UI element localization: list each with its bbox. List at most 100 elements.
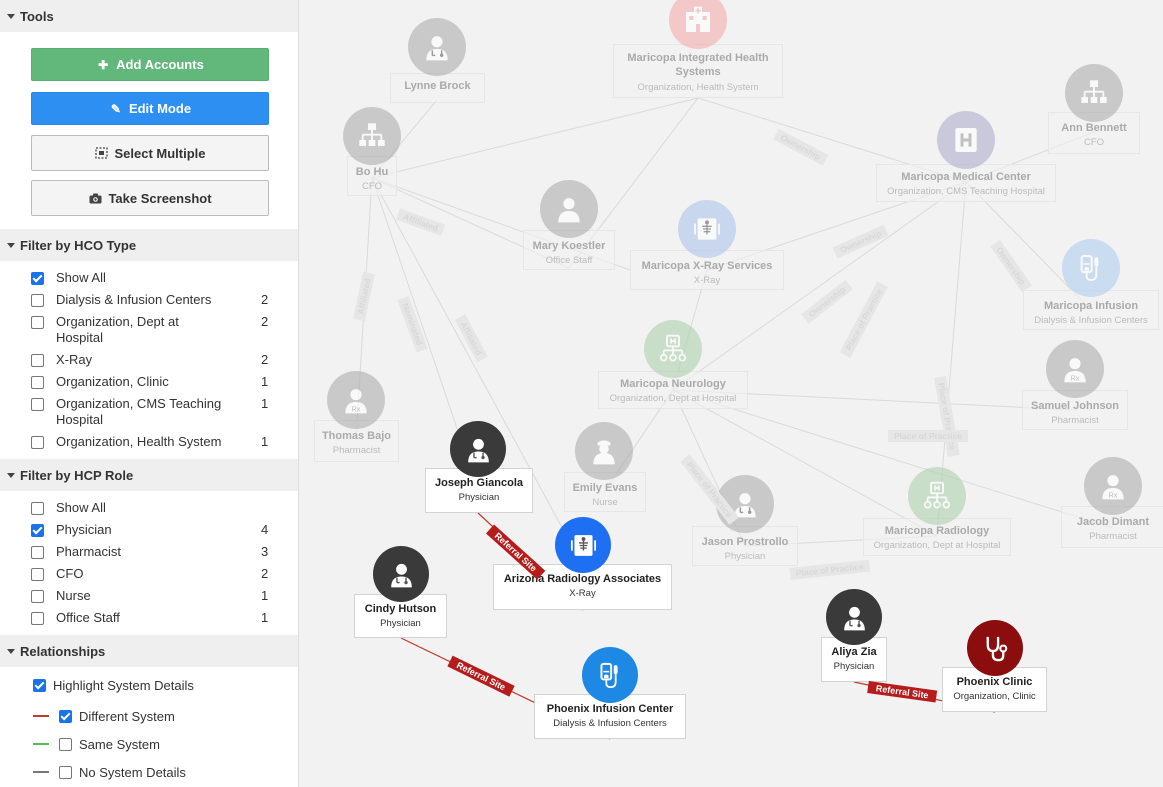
highlight-system-details-option[interactable]: Highlight System Details: [0, 670, 298, 700]
hco-type-checkbox[interactable]: [31, 354, 44, 367]
infusion-icon[interactable]: [1062, 239, 1120, 297]
node-name: Maricopa Medical Center: [901, 171, 1031, 183]
relationship-type-option[interactable]: Different System: [0, 702, 298, 730]
relationship-edge[interactable]: [672, 389, 938, 537]
hcp-role-option[interactable]: Show All: [0, 497, 298, 519]
hcp-role-checkbox[interactable]: [31, 502, 44, 515]
take-screenshot-button[interactable]: Take Screenshot: [31, 180, 269, 216]
hco-type-label: Organization, Clinic: [56, 374, 169, 389]
pharmacist-icon[interactable]: Rx: [1084, 457, 1142, 515]
xray-icon[interactable]: [678, 200, 736, 258]
physician-icon[interactable]: [408, 18, 466, 76]
hco-filter-header[interactable]: Filter by HCO Type: [0, 229, 298, 261]
node-name: Jason Prostrollo: [701, 536, 789, 548]
hco-type-option[interactable]: Organization, Clinic 1: [0, 371, 298, 393]
node-label-box[interactable]: Lynne Brock: [390, 73, 485, 103]
hcp-role-checkbox[interactable]: [31, 546, 44, 559]
node-name: Lynne Brock: [404, 80, 471, 92]
physician-icon[interactable]: [373, 546, 429, 602]
network-graph-canvas[interactable]: Maricopa Integrated Health Systems Organi…: [300, 0, 1163, 787]
infusion-icon[interactable]: [582, 647, 638, 703]
hco-type-option[interactable]: Organization, CMS Teaching Hospital 1: [0, 393, 298, 431]
hco-type-label: Organization, CMS Teaching Hospital: [56, 396, 222, 427]
hcp-role-option[interactable]: Pharmacist 3: [0, 541, 298, 563]
hcp-role-label: CFO: [56, 566, 84, 581]
hcp-role-checkbox[interactable]: [31, 568, 44, 581]
node-label-box[interactable]: Maricopa Medical Center Organization, CMS…: [876, 164, 1056, 202]
node-subtitle: Organization, Dept at Hospital: [873, 540, 1001, 551]
nurse-icon[interactable]: [575, 422, 633, 480]
dept-hospital-icon[interactable]: [908, 467, 966, 525]
pharmacist-icon[interactable]: Rx: [327, 371, 385, 429]
relationship-edge[interactable]: [371, 97, 699, 179]
stethoscope-icon[interactable]: [967, 620, 1023, 676]
tools-section-header[interactable]: Tools: [0, 0, 298, 32]
relationships-header-label: Relationships: [20, 643, 106, 659]
node-name: Arizona Radiology Associates: [503, 573, 662, 585]
caret-down-icon: [7, 472, 15, 478]
pharmacist-icon[interactable]: Rx: [1046, 340, 1104, 398]
select-area-icon: [94, 147, 108, 159]
hcp-filter-header[interactable]: Filter by HCP Role: [0, 459, 298, 491]
edit-mode-button[interactable]: ✎ Edit Mode: [31, 92, 269, 125]
physician-icon[interactable]: [826, 589, 882, 645]
person-icon[interactable]: [540, 180, 598, 238]
node-name: Aliya Zia: [831, 646, 877, 658]
relationship-type-checkbox[interactable]: [59, 765, 72, 779]
org-chart-icon[interactable]: [343, 107, 401, 165]
node-subtitle: Physician: [833, 661, 875, 672]
hcp-role-checkbox[interactable]: [31, 524, 44, 537]
dept-hospital-icon[interactable]: [644, 320, 702, 378]
hco-type-checkbox[interactable]: [31, 272, 44, 285]
hco-type-option[interactable]: Organization, Health System 1: [0, 431, 298, 453]
hco-type-option[interactable]: X-Ray 2: [0, 349, 298, 371]
hco-type-option[interactable]: Show All: [0, 267, 298, 289]
node-name: Cindy Hutson: [364, 603, 437, 615]
node-name: Maricopa Radiology: [884, 525, 990, 537]
relationship-type-checkbox[interactable]: [59, 709, 72, 723]
hco-type-option[interactable]: Organization, Dept at Hospital 2: [0, 311, 298, 349]
node-name: Ann Bennett: [1061, 122, 1127, 134]
line-color-swatch: [33, 743, 49, 745]
highlight-system-details-checkbox[interactable]: [33, 678, 46, 692]
hco-filter-header-label: Filter by HCO Type: [20, 237, 137, 253]
xray-icon[interactable]: [555, 517, 611, 573]
hcp-role-checkbox[interactable]: [31, 612, 44, 625]
add-accounts-button[interactable]: ✚ Add Accounts: [31, 48, 269, 81]
relationships-header[interactable]: Relationships: [0, 635, 298, 667]
hcp-role-option[interactable]: Office Staff 1: [0, 607, 298, 629]
sidebar: Tools ✚ Add Accounts ✎ Edit Mode Select …: [0, 0, 299, 787]
caret-down-icon: [7, 648, 15, 654]
camera-icon: [88, 193, 102, 204]
hco-type-count: 2: [261, 352, 269, 367]
hcp-role-option[interactable]: Nurse 1: [0, 585, 298, 607]
org-chart-icon[interactable]: [1065, 64, 1123, 122]
node-name: Samuel Johnson: [1030, 400, 1120, 412]
node-name: Mary Koestler: [532, 240, 606, 252]
caret-down-icon: [7, 242, 15, 248]
relationship-type-option[interactable]: Same System: [0, 730, 298, 758]
hcp-role-count: 1: [261, 610, 269, 625]
hco-type-checkbox[interactable]: [31, 376, 44, 389]
hco-type-checkbox[interactable]: [31, 436, 44, 449]
relationship-type-label: Different System: [79, 708, 175, 724]
hco-type-checkbox[interactable]: [31, 398, 44, 411]
relationship-type-checkbox[interactable]: [59, 737, 72, 751]
node-subtitle: CFO: [1083, 137, 1105, 148]
physician-icon[interactable]: [450, 421, 506, 477]
select-multiple-button[interactable]: Select Multiple: [31, 135, 269, 171]
node-name: Joseph Giancola: [434, 477, 524, 489]
hco-type-checkbox[interactable]: [31, 294, 44, 307]
node-name: Emily Evans: [572, 482, 638, 494]
hcp-role-option[interactable]: CFO 2: [0, 563, 298, 585]
hco-type-option[interactable]: Dialysis & Infusion Centers 2: [0, 289, 298, 311]
hcp-role-option[interactable]: Physician 4: [0, 519, 298, 541]
hospital-h-icon[interactable]: [937, 111, 995, 169]
node-label-box[interactable]: Maricopa Integrated Health Systems Organi…: [613, 44, 783, 98]
relationship-type-option[interactable]: No System Details: [0, 758, 298, 786]
hcp-role-count: 4: [261, 522, 269, 537]
node-name: Phoenix Infusion Center: [546, 703, 674, 715]
relationship-type-label: Same System: [79, 736, 160, 752]
hco-type-checkbox[interactable]: [31, 316, 44, 329]
hcp-role-checkbox[interactable]: [31, 590, 44, 603]
